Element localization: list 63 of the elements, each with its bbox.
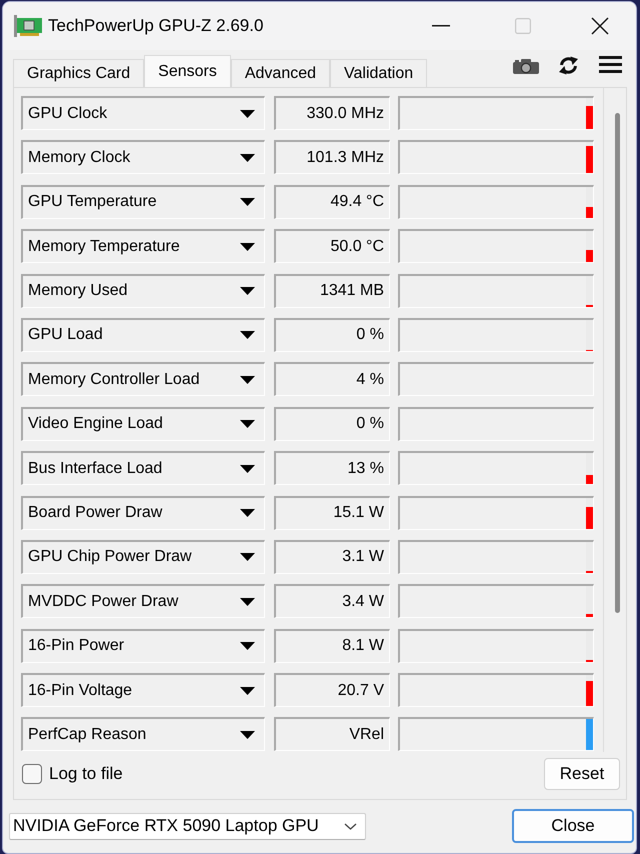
sensor-dropdown[interactable]: Memory Controller Load — [21, 362, 265, 396]
caret-icon — [240, 331, 255, 340]
sensor-dropdown[interactable]: PerfCap Reason — [21, 717, 265, 752]
sensor-value: VRel — [274, 717, 390, 752]
sensor-value: 3.1 W — [274, 540, 390, 574]
sensor-value: 3.4 W — [274, 584, 390, 618]
sensor-value: 4 % — [274, 362, 390, 396]
sensor-value: 50.0 °C — [274, 229, 390, 264]
caret-icon — [240, 642, 255, 650]
caret-icon — [240, 686, 255, 695]
sensor-value: 8.1 W — [274, 628, 390, 663]
refresh-icon[interactable] — [558, 56, 579, 75]
sensor-value: 20.7 V — [274, 673, 390, 708]
tab[interactable]: Graphics Card — [13, 59, 144, 87]
close-icon[interactable] — [591, 17, 609, 35]
sensor-dropdown[interactable]: Memory Clock — [21, 140, 265, 174]
reset-button[interactable]: Reset — [544, 758, 620, 790]
caret-icon — [240, 198, 255, 206]
sensor-value: 101.3 MHz — [274, 140, 390, 174]
scrollbar-thumb[interactable] — [615, 113, 620, 613]
caret-icon — [240, 376, 255, 384]
caret-icon — [240, 110, 255, 118]
minimize-icon[interactable] — [432, 25, 450, 27]
sensor-value: 0 % — [274, 406, 390, 441]
camera-icon[interactable] — [513, 58, 539, 74]
sensor-dropdown[interactable]: GPU Clock — [21, 96, 265, 130]
sensor-value: 49.4 °C — [274, 184, 390, 219]
sensor-dropdown[interactable]: MVDDC Power Draw — [21, 584, 265, 618]
sensor-value: 15.1 W — [274, 496, 390, 530]
sensor-value: 330.0 MHz — [274, 96, 390, 130]
graphics-card-icon — [14, 15, 42, 37]
sensor-dropdown[interactable]: 16-Pin Power — [21, 628, 265, 663]
checkbox[interactable] — [22, 764, 42, 784]
caret-icon — [240, 730, 255, 739]
sensor-value: 1341 MB — [274, 274, 390, 308]
tab[interactable]: Validation — [330, 59, 428, 87]
sensor-dropdown[interactable]: Board Power Draw — [21, 496, 265, 530]
caret-icon — [240, 464, 255, 473]
sensor-dropdown[interactable]: 16-Pin Voltage — [21, 673, 265, 708]
caret-icon — [240, 509, 255, 518]
caret-icon — [240, 553, 255, 562]
sensor-value: 13 % — [274, 451, 390, 486]
tab[interactable]: Advanced — [230, 59, 330, 87]
menu-icon[interactable] — [599, 56, 622, 73]
caret-icon — [240, 242, 255, 251]
sensor-dropdown[interactable]: Memory Temperature — [21, 229, 265, 264]
sensor-dropdown[interactable]: Memory Used — [21, 274, 265, 308]
chevron-icon — [344, 822, 357, 830]
caret-icon — [240, 154, 255, 162]
sensor-dropdown[interactable]: GPU Temperature — [21, 184, 265, 219]
sensor-dropdown[interactable]: Bus Interface Load — [21, 451, 265, 486]
caret-icon — [240, 287, 255, 296]
tab[interactable]: Sensors — [144, 55, 231, 87]
caret-icon — [240, 420, 255, 428]
sensor-dropdown[interactable]: GPU Load — [21, 318, 265, 352]
caret-icon — [240, 598, 255, 606]
gpu-dropdown[interactable]: NVIDIA GeForce RTX 5090 Laptop GPU — [9, 812, 366, 840]
sensor-dropdown[interactable]: GPU Chip Power Draw — [21, 540, 265, 574]
checkbox-label[interactable]: Log to file — [49, 764, 123, 784]
close-button[interactable]: Close — [512, 809, 634, 843]
sensor-value: 0 % — [274, 318, 390, 352]
sensor-dropdown[interactable]: Video Engine Load — [21, 406, 265, 441]
window-title: TechPowerUp GPU-Z 2.69.0 — [48, 16, 264, 36]
